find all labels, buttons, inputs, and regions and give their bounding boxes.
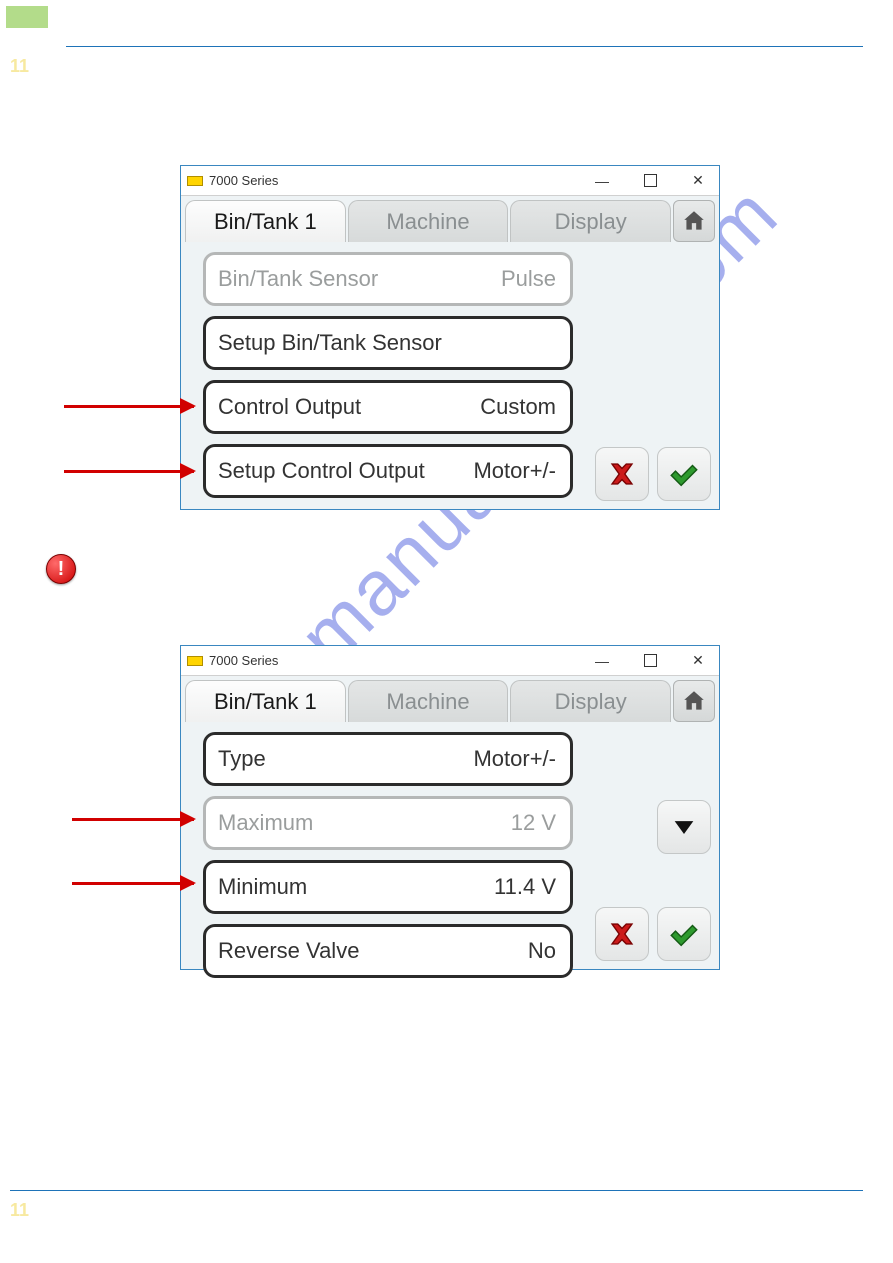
- page-number-bottom: 11: [10, 1200, 29, 1221]
- tab-bin-tank-1[interactable]: Bin/Tank 1: [185, 680, 346, 722]
- confirm-button[interactable]: [657, 447, 711, 501]
- row-label: Maximum: [218, 810, 313, 836]
- row-label: Bin/Tank Sensor: [218, 266, 378, 292]
- row-value: 11.4 V: [494, 874, 556, 900]
- close-button[interactable]: ✕: [677, 646, 719, 676]
- check-icon: [667, 457, 701, 491]
- check-icon: [667, 917, 701, 951]
- row-label: Minimum: [218, 874, 307, 900]
- row-label: Setup Bin/Tank Sensor: [218, 330, 442, 356]
- row-value: 12 V: [511, 810, 556, 836]
- rule-bottom: [10, 1190, 863, 1191]
- row-label: Setup Control Output: [218, 458, 425, 484]
- row-type[interactable]: Type Motor+/-: [203, 732, 573, 786]
- tab-bar: Bin/Tank 1 Machine Display: [181, 676, 719, 722]
- callout-arrow: [64, 470, 194, 473]
- down-triangle-icon: [670, 813, 698, 841]
- page-corner-tag: [6, 6, 48, 28]
- tab-display[interactable]: Display: [510, 200, 671, 242]
- confirm-button[interactable]: [657, 907, 711, 961]
- home-icon: [681, 688, 707, 714]
- close-button[interactable]: ✕: [677, 166, 719, 196]
- row-label: Type: [218, 746, 266, 772]
- row-reverse-valve[interactable]: Reverse Valve No: [203, 924, 573, 978]
- home-icon: [681, 208, 707, 234]
- app-window-1: 7000 Series — ✕ Bin/Tank 1 Machine Displ…: [180, 165, 720, 510]
- cancel-button[interactable]: [595, 907, 649, 961]
- minimize-button[interactable]: —: [581, 646, 623, 676]
- row-value: Pulse: [501, 266, 556, 292]
- alert-icon: !: [46, 554, 76, 584]
- titlebar: 7000 Series — ✕: [181, 166, 719, 196]
- row-setup-bin-tank-sensor[interactable]: Setup Bin/Tank Sensor: [203, 316, 573, 370]
- titlebar: 7000 Series — ✕: [181, 646, 719, 676]
- row-value: Custom: [480, 394, 556, 420]
- row-label: Control Output: [218, 394, 361, 420]
- row-setup-control-output[interactable]: Setup Control Output Motor+/-: [203, 444, 573, 498]
- tab-bin-tank-1[interactable]: Bin/Tank 1: [185, 200, 346, 242]
- window-title: 7000 Series: [209, 173, 278, 188]
- home-button[interactable]: [673, 200, 715, 242]
- callout-arrow: [72, 818, 194, 821]
- maximize-button[interactable]: [629, 646, 671, 676]
- row-control-output[interactable]: Control Output Custom: [203, 380, 573, 434]
- row-maximum[interactable]: Maximum 12 V: [203, 796, 573, 850]
- maximize-button[interactable]: [629, 166, 671, 196]
- tab-machine[interactable]: Machine: [348, 680, 509, 722]
- minimize-button[interactable]: —: [581, 166, 623, 196]
- home-button[interactable]: [673, 680, 715, 722]
- callout-arrow: [72, 882, 194, 885]
- x-icon: [605, 917, 639, 951]
- row-value: No: [528, 938, 556, 964]
- app-icon: [187, 176, 203, 186]
- cancel-button[interactable]: [595, 447, 649, 501]
- window-title: 7000 Series: [209, 653, 278, 668]
- callout-arrow: [64, 405, 194, 408]
- app-window-2: 7000 Series — ✕ Bin/Tank 1 Machine Displ…: [180, 645, 720, 970]
- row-value: Motor+/-: [473, 746, 556, 772]
- rule-top: [66, 46, 863, 47]
- scroll-down-button[interactable]: [657, 800, 711, 854]
- tab-machine[interactable]: Machine: [348, 200, 509, 242]
- tab-display[interactable]: Display: [510, 680, 671, 722]
- row-minimum[interactable]: Minimum 11.4 V: [203, 860, 573, 914]
- tab-bar: Bin/Tank 1 Machine Display: [181, 196, 719, 242]
- row-value: Motor+/-: [473, 458, 556, 484]
- x-icon: [605, 457, 639, 491]
- page-number-top: 11: [10, 56, 29, 77]
- row-bin-tank-sensor[interactable]: Bin/Tank Sensor Pulse: [203, 252, 573, 306]
- app-icon: [187, 656, 203, 666]
- row-label: Reverse Valve: [218, 938, 359, 964]
